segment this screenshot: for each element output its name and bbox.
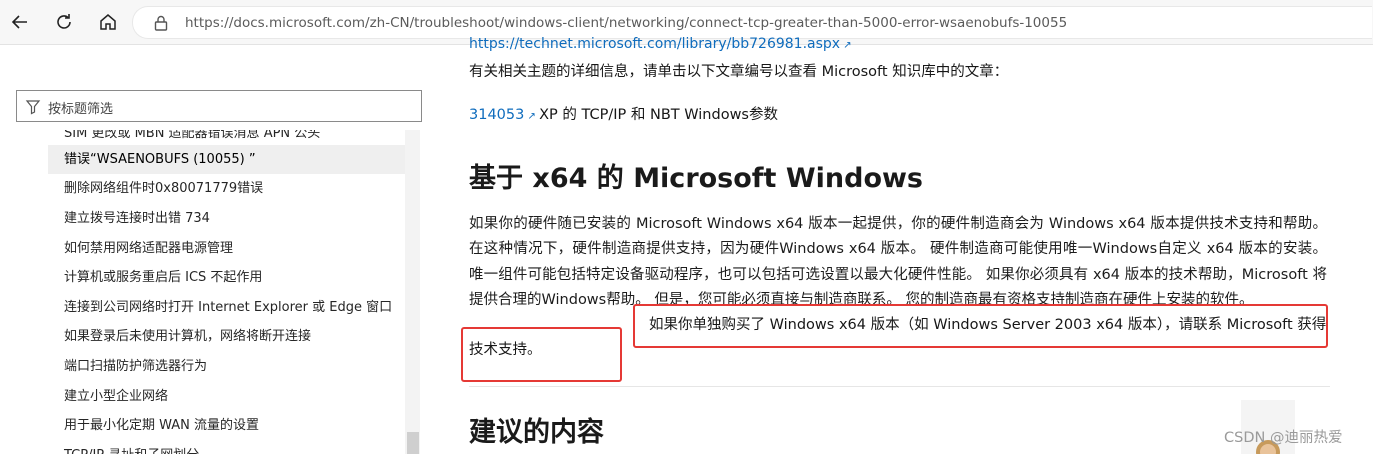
- toc-filter-input[interactable]: 按标题筛选: [16, 90, 422, 122]
- lock-icon[interactable]: [153, 14, 169, 36]
- annotation-box-continuation: [461, 327, 622, 382]
- toc-scrollbar[interactable]: [405, 130, 420, 454]
- technet-link-text[interactable]: https://technet.microsoft.com/library/bb…: [469, 36, 840, 52]
- toc-item[interactable]: TCP/IP 寻址和子网划分: [48, 441, 405, 454]
- external-link-icon: ↗: [840, 40, 852, 51]
- toc-item[interactable]: 如何禁用网络适配器电源管理: [48, 234, 405, 263]
- address-bar[interactable]: https://docs.microsoft.com/zh-CN/trouble…: [132, 6, 1372, 39]
- kb-title: XP 的 TCP/IP 和 NBT Windows参数: [539, 107, 778, 123]
- section-divider: [469, 386, 1330, 387]
- toc-item[interactable]: 建立拨号连接时出错 734: [48, 204, 405, 233]
- refresh-icon[interactable]: [51, 9, 77, 35]
- toc-item[interactable]: 删除网络组件时0x80071779错误: [48, 174, 405, 203]
- watermark: CSDN @迪丽热爱: [1224, 430, 1343, 446]
- toc-item[interactable]: 连接到公司网络时打开 Internet Explorer 或 Edge 窗口: [48, 293, 405, 322]
- filter-icon: [25, 99, 41, 119]
- home-icon[interactable]: [95, 9, 121, 35]
- url-text[interactable]: https://docs.microsoft.com/zh-CN/trouble…: [185, 15, 1067, 31]
- back-arrow-icon[interactable]: [7, 9, 33, 35]
- filter-placeholder[interactable]: 按标题筛选: [48, 98, 113, 117]
- toc-item[interactable]: 如果登录后未使用计算机，网络将断开连接: [48, 322, 405, 351]
- table-of-contents: SIM 更改或 MBN 适配器错误消息 APN 公头 错误“WSAENOBUFS…: [48, 130, 405, 454]
- kb-link[interactable]: 314053: [469, 107, 524, 123]
- toc-scrollbar-thumb[interactable]: [407, 432, 419, 454]
- support-paragraph: 如果你的硬件随已安装的 Microsoft Windows x64 版本一起提供…: [469, 216, 1327, 308]
- external-link-icon: ↗: [524, 111, 540, 122]
- toc-item[interactable]: 端口扫描防护筛选器行为: [48, 352, 405, 381]
- toc-item-active[interactable]: 错误“WSAENOBUFS (10055) ”: [48, 145, 405, 174]
- technet-link[interactable]: https://technet.microsoft.com/library/bb…: [469, 36, 1329, 52]
- intro-text: 有关相关主题的详细信息，请单击以下文章编号以查看 Microsoft 知识库中的…: [469, 64, 1009, 80]
- annotation-box-highlight: [633, 304, 1328, 348]
- toc-item[interactable]: 建立小型企业网络: [48, 382, 405, 411]
- toc-item[interactable]: 计算机或服务重启后 ICS 不起作用: [48, 263, 405, 292]
- section-heading-recommended: 建议的内容: [469, 417, 604, 448]
- kb-reference: 314053 ↗ XP 的 TCP/IP 和 NBT Windows参数: [469, 103, 1329, 124]
- toc-item[interactable]: 用于最小化定期 WAN 流量的设置: [48, 411, 405, 440]
- section-heading-x64: 基于 x64 的 Microsoft Windows: [469, 163, 924, 194]
